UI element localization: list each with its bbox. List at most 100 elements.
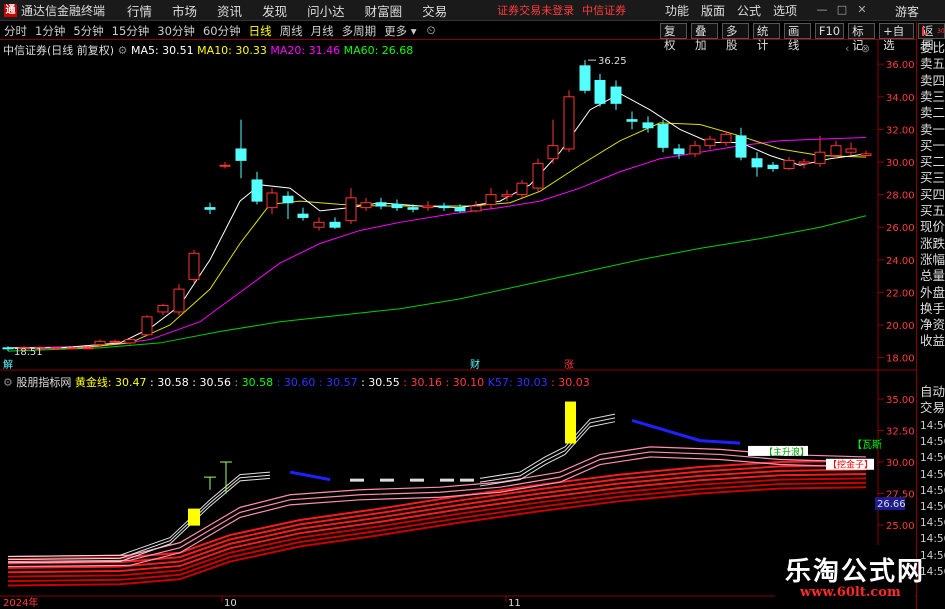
chevron-down-icon: ▾ [407, 23, 417, 38]
main-chart-title: 中信证券(日线 前复权) ⚙ MA5: 30.51 MA10: 30.33 MA… [3, 42, 413, 58]
side-panel-item[interactable]: 委比 [920, 40, 945, 56]
candle-down [438, 205, 450, 209]
close-panel-icon[interactable]: ⊗ [861, 42, 870, 55]
side-panel-item[interactable]: 总量 [920, 268, 945, 284]
side-panel-item[interactable]: 卖五 [920, 56, 945, 72]
y-tick-label: 22.00 [886, 288, 915, 299]
candle-down [767, 164, 779, 170]
mark-button[interactable]: 标记 [848, 23, 876, 52]
menu-quotes[interactable]: 行情 [127, 1, 152, 20]
candle-up [689, 145, 701, 155]
side-panel-item[interactable]: 收益 [920, 333, 945, 349]
period-daily[interactable]: 日线 [245, 23, 276, 39]
tag-main-wave: 【主升浪】 [764, 446, 809, 458]
side-panel-item[interactable]: 卖四 [920, 73, 945, 89]
statistics-button[interactable]: 统计 [752, 23, 780, 52]
candle-down [626, 119, 638, 122]
menu-trade[interactable]: 交易 [422, 1, 447, 20]
side-panel-item[interactable]: 自动 [920, 384, 945, 400]
candle-up [532, 163, 544, 189]
app-logo[interactable]: 通 通达信金融终端 [0, 0, 127, 21]
side-panel-item[interactable]: 现价 [920, 219, 945, 235]
overlay-button[interactable]: 叠加 [690, 23, 718, 52]
app-window: 通 通达信金融终端 行情 市场 资讯 发现 问小达 财富圈 交易 证券交易未登录… [0, 0, 945, 609]
multi-stock-button[interactable]: 多股 [721, 23, 749, 52]
side-panel-item[interactable]: 买一 [920, 138, 945, 154]
gear-icon[interactable]: ⚙ [118, 44, 131, 57]
indicator-red-line [7, 464, 867, 565]
indicator-legend-item: : 30.56 [188, 376, 231, 389]
indicator-red-line [7, 486, 867, 587]
period-5min[interactable]: 5分钟 [69, 23, 107, 39]
indicator-name[interactable]: 股朋指标网 [16, 376, 71, 389]
side-panel-item[interactable]: 买五 [920, 203, 945, 219]
period-30min[interactable]: 30分钟 [153, 23, 199, 39]
candle-up [563, 96, 575, 150]
y-tick-label: 30.00 [886, 158, 915, 169]
menu-formula[interactable]: 公式 [737, 2, 761, 19]
side-panel-item[interactable]: 涨跌 [920, 236, 945, 252]
candle-down [594, 80, 606, 104]
minimize-icon[interactable]: — [815, 3, 829, 17]
candle-up [66, 347, 78, 350]
guest-label[interactable]: 游客 [895, 3, 919, 20]
period-multi[interactable]: 多周期 [338, 23, 381, 39]
menu-news[interactable]: 资讯 [217, 1, 242, 20]
period-timeshare[interactable]: 分时 [0, 23, 31, 39]
candle-down [673, 148, 685, 155]
menu-ask[interactable]: 问小达 [307, 1, 345, 20]
gear-icon[interactable]: ⚙ [3, 376, 16, 389]
f10-button[interactable]: F10 [814, 23, 845, 39]
current-value: 26.66 [877, 499, 906, 510]
draw-line-button[interactable]: 画线 [783, 23, 811, 52]
period-15min[interactable]: 15分钟 [108, 23, 154, 39]
tick-time: 14:56 [920, 484, 945, 497]
add-watchlist-button[interactable]: +自选 [879, 23, 914, 52]
candle-up [814, 151, 826, 165]
indicator-blue-segment [631, 418, 741, 445]
restore-rights-button[interactable]: 复权 [660, 23, 687, 52]
side-panel-item[interactable]: 买二 [920, 154, 945, 170]
menu-market[interactable]: 市场 [172, 1, 197, 20]
clock-icon[interactable]: ⏲ [423, 23, 440, 38]
period-monthly[interactable]: 月线 [307, 23, 338, 39]
side-panel-item[interactable]: 卖三 [920, 89, 945, 105]
panel-level-label: L [921, 25, 929, 38]
indicator-white-dash [460, 478, 474, 482]
candle-up [798, 161, 810, 165]
y-tick-label: 24.00 [886, 256, 915, 267]
period-60min[interactable]: 60分钟 [199, 23, 245, 39]
side-panel-item[interactable]: 涨幅 [920, 252, 945, 268]
side-panel-item[interactable]: 换手 [920, 301, 945, 317]
login-warning[interactable]: 证券交易未登录 [497, 2, 574, 18]
close-icon[interactable]: ✕ [855, 3, 869, 17]
stock-name[interactable]: 中信证券(日线 前复权) [3, 44, 114, 57]
indicator-red-line [7, 481, 867, 583]
side-panel-item[interactable]: 净资 [920, 317, 945, 333]
chevron-left-icon[interactable]: ‹ [845, 42, 849, 55]
side-panel-item[interactable]: 买四 [920, 187, 945, 203]
side-panel-item[interactable]: 卖一 [920, 122, 945, 138]
indicator-legend-item: : 30.57 [315, 376, 358, 389]
side-panel-item[interactable]: 买三 [920, 170, 945, 186]
period-1min[interactable]: 1分钟 [31, 23, 69, 39]
menu-function[interactable]: 功能 [665, 2, 689, 19]
menu-options[interactable]: 选项 [773, 2, 797, 19]
indicator-red-line [7, 468, 867, 569]
side-panel-item[interactable]: 外盘 [920, 285, 945, 301]
menu-layout[interactable]: 版面 [701, 2, 725, 19]
period-more[interactable]: 更多 ▾ [380, 23, 420, 39]
candle-up [219, 164, 231, 167]
candle-down [329, 221, 341, 228]
menu-wealth[interactable]: 财富圈 [365, 1, 403, 20]
candle-up [547, 145, 559, 160]
maximize-icon[interactable]: □ [835, 3, 849, 17]
side-panel-item[interactable]: 交易 [920, 400, 945, 416]
candle-up [470, 205, 482, 212]
broker-name[interactable]: 中信证券 [582, 2, 626, 18]
chevron-right-icon[interactable]: › [853, 42, 857, 55]
candle-up [82, 347, 94, 350]
period-weekly[interactable]: 周线 [276, 23, 307, 39]
side-panel-item[interactable]: 卖二 [920, 105, 945, 121]
menu-discover[interactable]: 发现 [262, 1, 287, 20]
